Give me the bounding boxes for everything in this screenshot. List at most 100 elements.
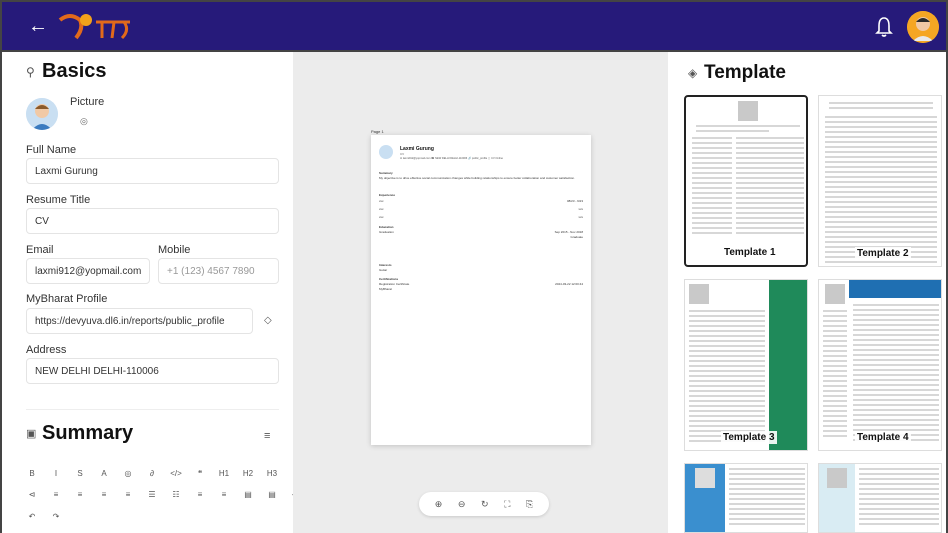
resume-name: Laxmi Gurung — [400, 146, 434, 152]
template-icon: ◈ — [688, 66, 698, 80]
undo-button[interactable]: ↶ — [26, 512, 38, 521]
basics-header: ⚲ Basics — [26, 60, 107, 83]
template-2-label: Template 2 — [855, 247, 911, 260]
user-avatar[interactable] — [907, 11, 939, 43]
resume-certification: Registration Certificate — [379, 282, 410, 286]
underline-button[interactable]: A — [98, 469, 110, 478]
template-4-label: Template 4 — [855, 431, 911, 444]
resume-interests-heading: Interests — [379, 263, 392, 267]
template-card-6[interactable] — [818, 463, 942, 533]
editor-toolbar-row3: ↶ ↷ — [26, 512, 62, 521]
template-card-1[interactable]: Template 1 — [684, 95, 808, 267]
strike-button[interactable]: S — [74, 469, 86, 478]
exp-row-left: xxx — [379, 199, 384, 203]
user-icon: ⚲ — [26, 64, 35, 79]
mobile-label: Mobile — [158, 244, 191, 256]
resume-contacts: ✉ laxmi912@yopmail.com ☎ NEW DELHI DELHI… — [400, 157, 503, 160]
resume-certification-date: 2024-03-22 12:00:44 — [555, 282, 583, 286]
resume-photo — [379, 145, 393, 159]
email-label: Email — [26, 244, 54, 256]
mobile-input[interactable]: +1 (123) 4567 7890 — [158, 258, 279, 284]
full-name-input[interactable]: Laxmi Gurung — [26, 158, 279, 184]
align-center-button[interactable]: ≡ — [74, 490, 86, 499]
editor-toolbar-row2: ⊲ ≡ ≡ ≡ ≡ ☰ ☷ ≡ ≡ ▤ ▤ — — [26, 490, 302, 499]
resume-summary-text: My objective is to drive effective socia… — [379, 176, 575, 180]
resume-summary-heading: Summary — [379, 171, 393, 175]
code-button[interactable]: </> — [170, 469, 182, 478]
align-justify-button[interactable]: ≡ — [122, 490, 134, 499]
align-right-button[interactable]: ≡ — [98, 490, 110, 499]
align-left-button[interactable]: ≡ — [50, 490, 62, 499]
template-card-3[interactable]: Template 3 — [684, 279, 808, 451]
exp-row-right: 08/23 - 9/23 — [566, 199, 583, 203]
zoom-out-icon[interactable]: ⊖ — [458, 499, 466, 510]
table-button[interactable]: ▤ — [266, 490, 278, 499]
template-title: Template — [704, 62, 787, 83]
resume-title-input[interactable]: CV — [26, 208, 279, 234]
address-input[interactable]: NEW DELHI DELHI-110006 — [26, 358, 279, 384]
reset-zoom-icon[interactable]: ↻ — [481, 499, 489, 510]
heading1-button[interactable]: H1 — [218, 469, 230, 478]
redo-button[interactable]: ↷ — [50, 512, 62, 521]
heading2-button[interactable]: H2 — [242, 469, 254, 478]
profile-url-input[interactable]: https://devyuva.dl6.in/reports/public_pr… — [26, 308, 253, 334]
resume-education: Graduation — [379, 230, 394, 234]
resume-education-place: Graduate — [570, 235, 583, 239]
resume-preview-canvas: Page 1 Laxmi Gurung CV ✉ laxmi912@yopmai… — [293, 52, 678, 533]
address-label: Address — [26, 344, 67, 356]
back-arrow-icon[interactable]: ← — [28, 15, 48, 37]
resume-title-label: Resume Title — [26, 194, 91, 206]
resume-interests: Guitar — [379, 268, 388, 272]
resume-certifications-heading: Certifications — [379, 277, 399, 281]
page-label: Page 1 — [371, 129, 384, 134]
template-1-label: Template 1 — [722, 246, 778, 259]
basics-panel: ⚲ Basics Picture ◎ Full Name Laxmi Gurun… — [0, 52, 302, 533]
heading3-button[interactable]: H3 — [266, 469, 278, 478]
resume-experience-heading: Experience — [379, 193, 396, 197]
fit-screen-icon[interactable]: ⛶ — [504, 499, 510, 510]
basics-title: Basics — [42, 60, 107, 82]
ordered-list-button[interactable]: ☷ — [170, 490, 182, 499]
notification-bell-icon[interactable] — [875, 16, 893, 38]
summary-icon: ▣ — [26, 428, 37, 440]
indent-button[interactable]: ≡ — [218, 490, 230, 499]
template-card-2[interactable]: Template 2 — [818, 95, 942, 267]
top-bar: ← — [0, 0, 948, 52]
bullet-list-button[interactable]: ☰ — [146, 490, 158, 499]
highlight-button[interactable]: ◎ — [122, 469, 134, 478]
template-panel: ◈ Template Template 1 Template 2 Templat… — [668, 52, 948, 533]
exp-row-left: xxx — [379, 215, 384, 219]
summary-title: Summary — [42, 422, 134, 444]
email-input[interactable]: laxmi912@yopmail.com — [26, 258, 150, 284]
resume-education-heading: Education — [379, 225, 394, 229]
exp-row-left: xxx — [379, 207, 384, 211]
editor-toolbar-row1: B I S A ◎ ∂ </> ❝ H1 H2 H3 — [26, 469, 278, 478]
exp-row-right: xxx — [578, 207, 584, 211]
resume-certification-issuer: MyBharat — [379, 287, 392, 291]
full-name-label: Full Name — [26, 144, 77, 156]
download-icon[interactable]: ⎘ — [526, 499, 533, 510]
section-divider — [26, 409, 279, 410]
italic-button[interactable]: I — [50, 469, 62, 478]
bold-button[interactable]: B — [26, 469, 38, 478]
resume-education-date: Sep 2015 - Nov 2018 — [554, 230, 583, 234]
link-icon[interactable]: ◎ — [80, 116, 88, 127]
profile-label: MyBharat Profile — [26, 293, 108, 305]
link-button[interactable]: ∂ — [146, 469, 158, 478]
tag-icon[interactable]: ◇ — [264, 315, 272, 326]
zoom-toolbar: ⊕ ⊖ ↻ ⛶ ⎘ — [419, 492, 549, 516]
zoom-in-icon[interactable]: ⊕ — [435, 499, 443, 510]
template-header: ◈ Template — [688, 62, 786, 84]
profile-picture[interactable] — [26, 98, 58, 130]
image-button[interactable]: ▤ — [242, 490, 254, 499]
resume-subtitle: CV — [400, 152, 405, 156]
menu-icon[interactable]: ≡ — [264, 430, 270, 442]
mybharat-logo — [56, 10, 134, 44]
exp-row-right: xxx — [578, 215, 584, 219]
template-card-4[interactable]: Template 4 — [818, 279, 942, 451]
resume-page: Laxmi Gurung CV ✉ laxmi912@yopmail.com ☎… — [371, 135, 591, 445]
outdent-button[interactable]: ≡ — [194, 490, 206, 499]
quote-button[interactable]: ❝ — [194, 469, 206, 478]
paragraph-button[interactable]: ⊲ — [26, 490, 38, 499]
template-card-5[interactable] — [684, 463, 808, 533]
